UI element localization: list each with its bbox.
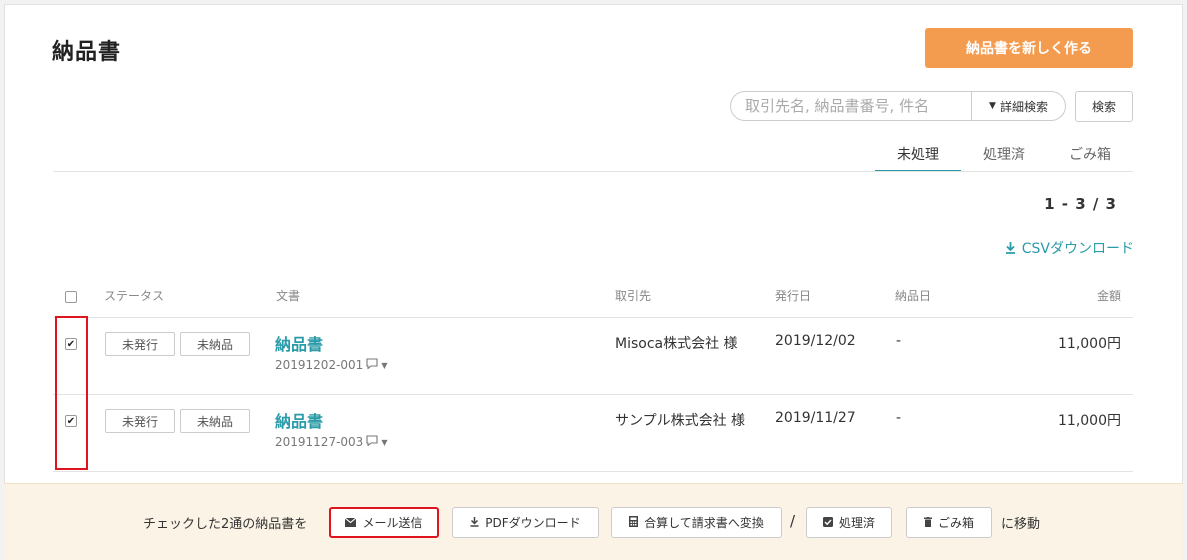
search-input[interactable] [731, 92, 971, 120]
amount: 11,000円 [1058, 336, 1121, 352]
status-badge-unissued: 未発行 [105, 409, 175, 433]
issue-date: 2019/12/02 [775, 333, 856, 349]
tab-unprocessed[interactable]: 未処理 [875, 136, 961, 172]
header-issue-date: 発行日 [775, 289, 812, 303]
delivery-date: - [896, 333, 902, 349]
document-number-text: 20191127-003 [275, 435, 364, 449]
search-button[interactable]: 検索 [1075, 91, 1133, 122]
download-icon [1005, 242, 1015, 254]
calculator-icon [629, 515, 639, 530]
main-card [4, 4, 1183, 560]
check-square-icon [822, 516, 833, 530]
bulk-suffix-text: に移動 [1001, 517, 1041, 532]
header-client: 取引先 [615, 289, 652, 303]
mail-icon [345, 516, 357, 530]
pdf-download-button[interactable]: PDFダウンロード [452, 507, 599, 538]
header-status: ステータス [104, 289, 165, 303]
row-divider [53, 317, 1133, 318]
header-delivery-date: 納品日 [895, 289, 932, 303]
status-tabs: 未処理 処理済 ごみ箱 [875, 136, 1133, 172]
advanced-search-label: 詳細検索 [999, 99, 1048, 114]
comment-icon[interactable] [366, 358, 378, 372]
trash-label: ごみ箱 [937, 516, 974, 530]
select-all-checkbox[interactable] [65, 291, 77, 303]
status-badge-unissued: 未発行 [105, 332, 175, 356]
send-email-button[interactable]: メール送信 [329, 507, 439, 538]
status-badge-undelivered: 未納品 [180, 409, 250, 433]
document-title-link[interactable]: 納品書 [275, 331, 323, 355]
advanced-search-button[interactable]: ▼ 詳細検索 [971, 92, 1065, 120]
caret-down-icon[interactable]: ▼ [381, 361, 387, 370]
header-document: 文書 [276, 289, 301, 303]
divider [53, 171, 1133, 172]
new-delivery-note-button[interactable]: 納品書を新しく作る [925, 28, 1133, 68]
caret-down-icon[interactable]: ▼ [381, 438, 387, 447]
bulk-prefix-text: チェックした2通の納品書を [143, 517, 308, 532]
comment-icon[interactable] [366, 435, 378, 449]
document-number: 20191202-001 ▼ [275, 358, 387, 372]
send-email-label: メール送信 [362, 516, 423, 530]
tab-processed[interactable]: 処理済 [961, 136, 1047, 172]
delivery-date: - [896, 410, 902, 426]
document-number: 20191127-003 ▼ [275, 435, 387, 449]
row-divider [53, 471, 1133, 472]
pagination-count: 1 - 3 / 3 [1044, 195, 1117, 213]
document-number-text: 20191202-001 [275, 358, 364, 372]
amount: 11,000円 [1058, 413, 1121, 429]
search-box: ▼ 詳細検索 [730, 91, 1066, 121]
caret-down-icon: ▼ [989, 101, 996, 111]
tab-trash[interactable]: ごみ箱 [1047, 136, 1133, 172]
merge-to-invoice-label: 合算して請求書へ変換 [644, 516, 764, 530]
client-name: サンプル株式会社 様 [615, 413, 746, 429]
header-amount: 金額 [1096, 289, 1121, 303]
csv-download-link[interactable]: CSVダウンロード [1005, 238, 1134, 258]
processed-label: 処理済 [838, 516, 875, 530]
download-icon [470, 516, 479, 530]
merge-to-invoice-button[interactable]: 合算して請求書へ変換 [611, 507, 782, 538]
row-divider [53, 394, 1133, 395]
client-name: Misoca株式会社 様 [615, 336, 738, 352]
page-title: 納品書 [52, 40, 122, 65]
trash-icon [923, 516, 932, 530]
issue-date: 2019/11/27 [775, 410, 856, 426]
checkbox-highlight-box [55, 316, 88, 470]
status-badge-undelivered: 未納品 [180, 332, 250, 356]
pdf-download-label: PDFダウンロード [485, 516, 581, 530]
csv-download-label: CSVダウンロード [1021, 241, 1134, 257]
separator: / [790, 512, 796, 530]
document-title-link[interactable]: 納品書 [275, 408, 323, 432]
move-to-processed-button[interactable]: 処理済 [806, 507, 892, 538]
move-to-trash-button[interactable]: ごみ箱 [906, 507, 992, 538]
